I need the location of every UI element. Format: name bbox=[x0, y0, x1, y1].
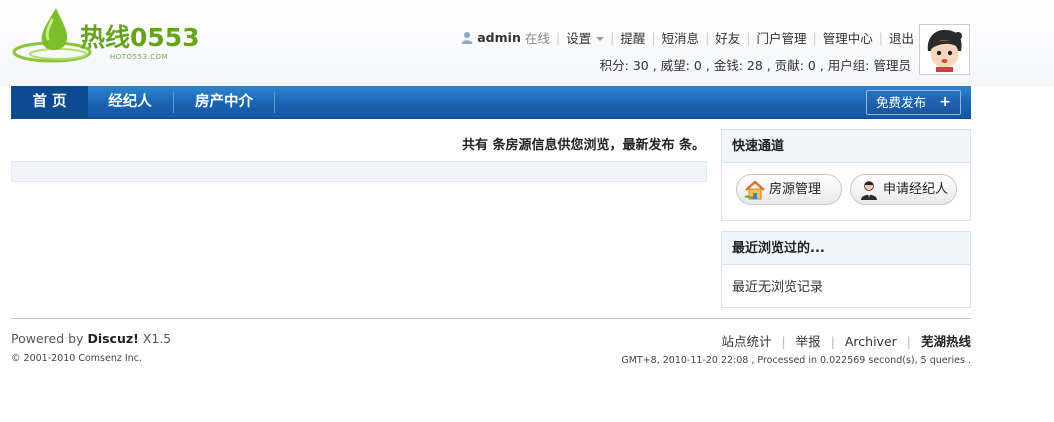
nav-divider bbox=[274, 92, 275, 113]
nav-agents[interactable]: 经纪人 bbox=[88, 86, 172, 119]
messages-link[interactable]: 短消息 bbox=[662, 28, 700, 47]
house-icon bbox=[744, 180, 765, 200]
listing-header-bar bbox=[11, 161, 707, 182]
apply-agent-label: 申请经纪人 bbox=[883, 182, 949, 197]
site-stats-link[interactable]: 站点统计 bbox=[721, 334, 771, 349]
site-name-link[interactable]: 芜湖热线 bbox=[921, 334, 971, 349]
report-link[interactable]: 举报 bbox=[796, 334, 821, 349]
copyright: © 2001-2010 Comsenz Inc. bbox=[11, 353, 142, 364]
notifications-link[interactable]: 提醒 bbox=[620, 28, 645, 47]
free-post-button[interactable]: 免费发布 + bbox=[866, 90, 961, 115]
main-nav: 首 页 经纪人 房产中介 免费发布 + bbox=[11, 86, 971, 119]
footer-links: 站点统计 | 举报 | Archiver | 芜湖热线 bbox=[721, 334, 971, 349]
apply-agent-button[interactable]: 申请经纪人 bbox=[850, 174, 957, 205]
nav-real-estate-agency[interactable]: 房产中介 bbox=[174, 86, 274, 119]
recently-viewed-box: 最近浏览过的... 最近无浏览记录 bbox=[721, 231, 971, 308]
quick-access-title: 快速通道 bbox=[722, 130, 970, 163]
logout-link[interactable]: 退出 bbox=[889, 28, 914, 47]
logo-subtext: HOTO553.COM bbox=[110, 53, 169, 61]
property-management-button[interactable]: 房源管理 bbox=[736, 174, 842, 205]
footer-divider bbox=[11, 318, 971, 319]
agent-person-icon bbox=[861, 181, 877, 200]
online-status: 在线 bbox=[524, 30, 550, 46]
discuz-link[interactable]: Discuz! bbox=[87, 331, 138, 346]
nav-home[interactable]: 首 页 bbox=[11, 86, 88, 119]
avatar[interactable] bbox=[919, 24, 970, 75]
plus-icon: + bbox=[939, 94, 951, 110]
recently-viewed-title: 最近浏览过的... bbox=[722, 232, 970, 265]
property-management-label: 房源管理 bbox=[769, 182, 822, 197]
server-info: GMT+8, 2010-11-20 22:08 , Processed in 0… bbox=[621, 355, 971, 366]
friends-link[interactable]: 好友 bbox=[715, 28, 740, 47]
user-icon bbox=[461, 31, 473, 44]
powered-by: Powered by Discuz! X1.5 bbox=[11, 331, 172, 346]
quick-access-box: 快速通道 房源管理 申请经纪人 bbox=[721, 129, 971, 221]
settings-link[interactable]: 设置 bbox=[566, 28, 605, 47]
archiver-link[interactable]: Archiver bbox=[845, 334, 897, 349]
username-link[interactable]: admin bbox=[477, 30, 521, 45]
site-logo[interactable]: 热线0553 HOTO553.COM bbox=[12, 6, 212, 70]
chevron-down-icon bbox=[596, 37, 605, 41]
listing-summary: 共有 条房源信息供您浏览，最新发布 条。 bbox=[461, 138, 705, 153]
logo-text: 热线0553 bbox=[80, 23, 200, 52]
free-post-label: 免费发布 bbox=[876, 95, 927, 110]
admin-center-link[interactable]: 管理中心 bbox=[823, 28, 873, 47]
portal-admin-link[interactable]: 门户管理 bbox=[757, 28, 807, 47]
user-bar: admin 在线 | 设置 | 提醒 | 短消息 | 好友 | 门户管理 | 管… bbox=[461, 28, 914, 46]
user-stats: 积分: 30 , 威望: 0 , 金钱: 28 , 贡献: 0 , 用户组: 管… bbox=[599, 58, 911, 73]
recently-viewed-empty: 最近无浏览记录 bbox=[732, 280, 824, 295]
cartoon-avatar-icon bbox=[922, 27, 967, 72]
